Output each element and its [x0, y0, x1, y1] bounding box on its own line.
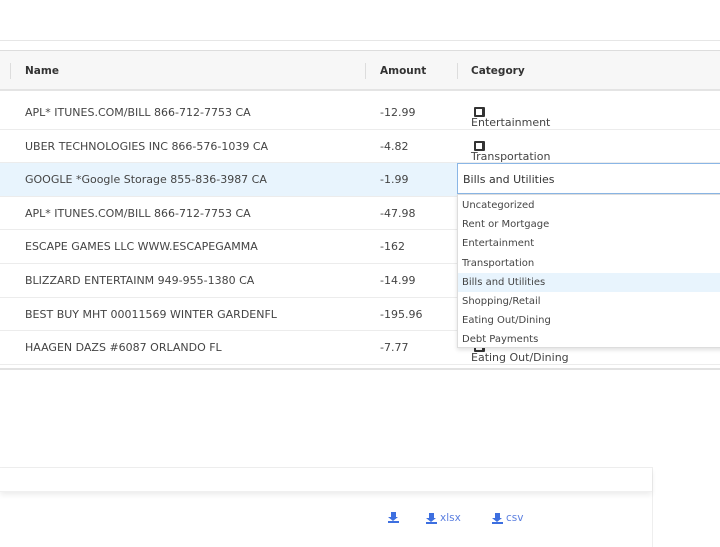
column-header-amount[interactable]: Amount: [380, 65, 426, 77]
dropdown-option[interactable]: Entertainment: [458, 234, 720, 253]
row-amount: -195.96: [380, 307, 423, 321]
download-csv-label: csv: [506, 512, 524, 524]
row-amount: -47.98: [380, 206, 416, 220]
column-divider[interactable]: [457, 63, 458, 79]
row-category-label: Transportation: [471, 149, 551, 163]
row-amount: -162: [380, 240, 405, 254]
download-xlsx-label: xlsx: [440, 512, 461, 524]
dropdown-option[interactable]: Eating Out/Dining: [458, 311, 720, 330]
row-category[interactable]: Entertainment: [471, 106, 550, 129]
row-amount: -14.99: [380, 274, 416, 287]
row-name: BEST BUY MHT 00011569 WINTER GARDENFL: [25, 307, 277, 321]
dropdown-option[interactable]: Rent or Mortgage: [458, 215, 720, 234]
dropdown-option[interactable]: Shopping/Retail: [458, 292, 720, 311]
row-name: GOOGLE *Google Storage 855-836-3987 CA: [25, 173, 267, 187]
dropdown-option[interactable]: Debt Payments: [458, 330, 720, 349]
download-icon: [426, 512, 437, 524]
row-name: ESCAPE GAMES LLC WWW.ESCAPEGAMMA: [25, 240, 258, 254]
row-name: APL* ITUNES.COM/BILL 866-712-7753 CA: [25, 106, 251, 119]
row-name: BLIZZARD ENTERTAINM 949-955-1380 CA: [25, 274, 255, 287]
export-panel: xlsx csv: [0, 467, 653, 547]
row-category[interactable]: Transportation: [471, 140, 550, 163]
row-name: HAAGEN DAZS #6087 ORLANDO FL: [25, 341, 222, 355]
category-select-input[interactable]: Bills and Utilities: [457, 163, 720, 194]
table-row[interactable]: UBER TECHNOLOGIES INC 866-576-1039 CA -4…: [0, 130, 720, 164]
download-icon: [388, 512, 399, 523]
edit-icon[interactable]: [474, 140, 485, 151]
row-name: APL* ITUNES.COM/BILL 866-712-7753 CA: [25, 206, 251, 220]
table-row[interactable]: APL* ITUNES.COM/BILL 866-712-7753 CA -12…: [0, 96, 720, 130]
dropdown-option[interactable]: Bills and Utilities: [458, 272, 720, 292]
row-amount: -7.77: [380, 341, 409, 355]
top-bar: [0, 0, 720, 41]
download-button[interactable]: [388, 512, 399, 523]
category-dropdown-list: Uncategorized Rent or Mortgage Entertainme…: [457, 194, 720, 348]
download-xlsx-button[interactable]: xlsx: [426, 512, 461, 524]
row-category-label: Eating Out/Dining: [471, 351, 569, 365]
row-category-label: Entertainment: [471, 116, 551, 129]
column-divider[interactable]: [365, 63, 366, 79]
download-csv-button[interactable]: csv: [492, 512, 523, 524]
panel-header: [0, 468, 652, 492]
column-header-name[interactable]: Name: [25, 65, 59, 77]
column-divider[interactable]: [10, 63, 11, 79]
dropdown-option[interactable]: Transportation: [458, 254, 720, 273]
row-amount: -4.82: [380, 139, 409, 153]
row-amount: -12.99: [380, 106, 416, 119]
edit-icon[interactable]: [474, 107, 485, 117]
row-name: UBER TECHNOLOGIES INC 866-576-1039 CA: [25, 139, 269, 153]
dropdown-option[interactable]: Uncategorized: [458, 196, 720, 215]
row-amount: -1.99: [380, 173, 409, 187]
table-header: Name Amount Category: [0, 51, 720, 91]
column-header-category[interactable]: Category: [471, 65, 525, 77]
download-icon: [492, 512, 503, 524]
